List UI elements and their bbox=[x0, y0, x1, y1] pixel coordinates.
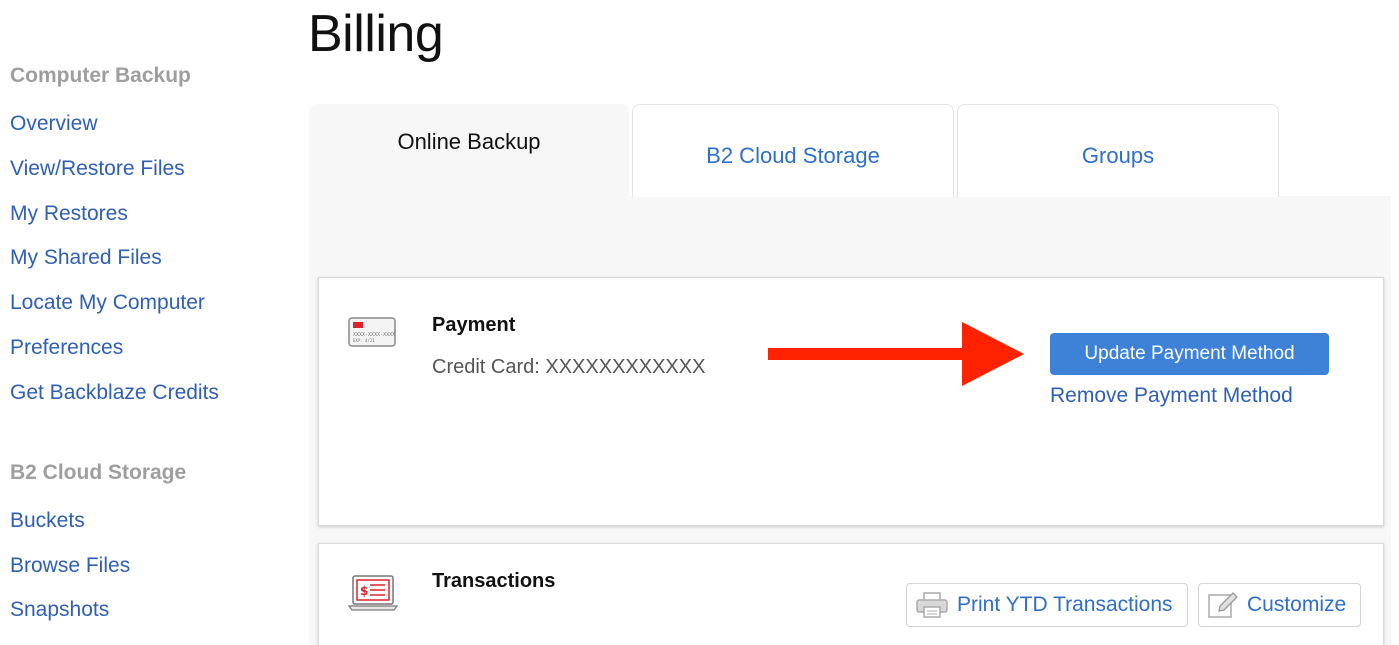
print-ytd-transactions-button[interactable]: Print YTD Transactions bbox=[906, 583, 1188, 627]
tab-label: Online Backup bbox=[397, 129, 541, 154]
tab-groups[interactable]: Groups bbox=[957, 104, 1279, 197]
sidebar-item-browse-files[interactable]: Browse Files bbox=[10, 554, 130, 578]
svg-text:$: $ bbox=[360, 584, 368, 598]
laptop-invoice-icon: $ bbox=[348, 575, 398, 611]
customize-label: Customize bbox=[1247, 593, 1347, 616]
transactions-title: Transactions bbox=[432, 570, 556, 592]
page-title: Billing bbox=[308, 5, 444, 63]
sidebar-item-view-restore-files[interactable]: View/Restore Files bbox=[10, 157, 185, 181]
payment-title: Payment bbox=[432, 314, 516, 336]
sidebar-item-preferences[interactable]: Preferences bbox=[10, 336, 123, 360]
tab-label: B2 Cloud Storage bbox=[706, 143, 880, 168]
update-payment-method-button[interactable]: Update Payment Method bbox=[1050, 333, 1329, 375]
remove-payment-method-link[interactable]: Remove Payment Method bbox=[1050, 384, 1293, 408]
sidebar-heading-computer-backup: Computer Backup bbox=[10, 64, 191, 87]
transactions-card: $ Transactions Print YTD Transactions Cu… bbox=[318, 543, 1384, 645]
sidebar-heading-b2-cloud-storage: B2 Cloud Storage bbox=[10, 461, 187, 484]
sidebar-item-my-restores[interactable]: My Restores bbox=[10, 202, 128, 226]
payment-card: XXXX-XXXX-XXXX EXP. 4/21 Payment Credit … bbox=[318, 277, 1384, 526]
sidebar-item-overview[interactable]: Overview bbox=[10, 112, 98, 136]
sidebar-item-my-shared-files[interactable]: My Shared Files bbox=[10, 246, 162, 270]
sidebar-item-buckets[interactable]: Buckets bbox=[10, 509, 85, 533]
credit-card-label: Credit Card: XXXXXXXXXXXX bbox=[432, 356, 706, 378]
sidebar: Computer Backup Overview View/Restore Fi… bbox=[0, 0, 300, 645]
tab-label: Groups bbox=[1081, 143, 1155, 168]
tab-b2-cloud-storage[interactable]: B2 Cloud Storage bbox=[632, 104, 954, 197]
tab-online-backup[interactable]: Online Backup bbox=[309, 104, 629, 197]
svg-text:EXP. 4/21: EXP. 4/21 bbox=[353, 338, 375, 343]
sidebar-item-locate-my-computer[interactable]: Locate My Computer bbox=[10, 291, 205, 315]
customize-button[interactable]: Customize bbox=[1198, 583, 1362, 627]
edit-pencil-icon bbox=[1207, 591, 1239, 619]
print-ytd-label: Print YTD Transactions bbox=[957, 593, 1173, 616]
printer-icon bbox=[915, 591, 949, 619]
red-arrow-annotation bbox=[768, 322, 1024, 386]
sidebar-item-get-backblaze-credits[interactable]: Get Backblaze Credits bbox=[10, 381, 219, 405]
credit-card-icon: XXXX-XXXX-XXXX EXP. 4/21 bbox=[348, 317, 396, 347]
sidebar-item-snapshots[interactable]: Snapshots bbox=[10, 598, 109, 622]
